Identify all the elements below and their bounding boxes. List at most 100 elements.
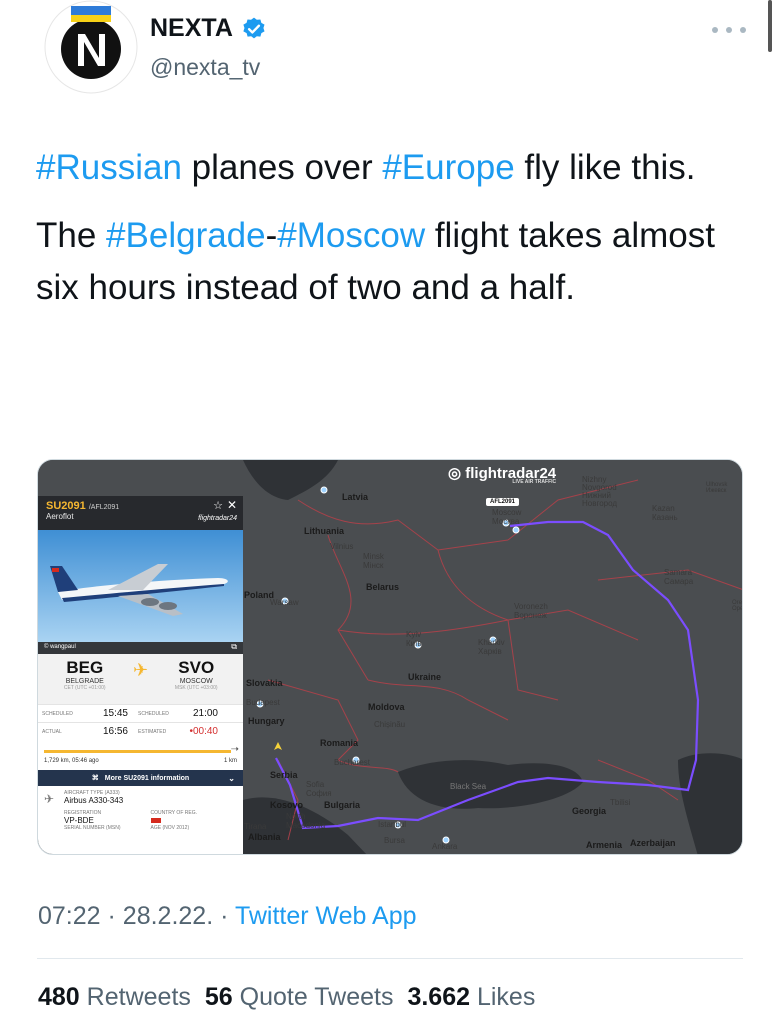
tweet-time[interactable]: 07:22 xyxy=(38,902,101,930)
distance-flown: 1,729 km, 05:46 ago xyxy=(44,758,99,764)
map-label: Kharkiv Харків xyxy=(478,638,505,656)
tweet-text-segment: fly like this. xyxy=(514,148,696,187)
tweet-text-segment: The xyxy=(36,216,107,255)
tweet-paragraph-1: #Russian planes over #Europe fly like th… xyxy=(36,142,736,194)
radar-icon: ◎ xyxy=(448,465,462,482)
flight-callsign-tag: AFL2091 xyxy=(486,498,520,506)
retweets-count: 480 xyxy=(38,983,80,1011)
map-label: Nizhny Novgorod Нижний Новгород xyxy=(582,475,618,508)
map-label: Bursa xyxy=(384,836,405,845)
map-label: Samara Самара xyxy=(664,568,694,586)
quotes-label: Quote Tweets xyxy=(239,983,394,1011)
separator: · xyxy=(220,902,229,930)
avatar[interactable] xyxy=(44,0,138,94)
map-label: Budapest xyxy=(246,698,280,707)
plane-icon: ✈ xyxy=(132,660,149,680)
external-link-icon[interactable]: ⧉ xyxy=(231,642,237,652)
dot xyxy=(712,27,718,33)
map-label: Azerbaijan xyxy=(630,838,676,848)
tweet-text-segment: - xyxy=(265,216,278,255)
quote-tweets-link[interactable]: 56 Quote Tweets xyxy=(205,983,394,1012)
flag-icon xyxy=(150,816,161,823)
map-label: Tbilisi xyxy=(610,798,631,807)
dot xyxy=(726,27,732,33)
retweets-link[interactable]: 480 Retweets xyxy=(38,983,191,1012)
account-name[interactable]: NEXTA xyxy=(150,14,233,43)
map-label: Bulgaria xyxy=(324,800,361,810)
map-label: Romania xyxy=(320,738,359,748)
flight-progress: ➝ 1,729 km, 05:46 ago 1 km xyxy=(38,740,243,770)
hashtag-link[interactable]: #Europe xyxy=(382,148,514,187)
more-info-button[interactable]: ⌘ More SU2091 information ⌄ xyxy=(38,770,243,786)
schedule-row: ACTUAL 16:56 ESTIMATED •00:40 xyxy=(38,722,243,740)
likes-link[interactable]: 3.662 Likes xyxy=(407,983,535,1012)
engagement-stats: 480 Retweets 56 Quote Tweets 3.662 Likes xyxy=(38,983,535,1012)
scrollbar-thumb[interactable] xyxy=(768,0,772,52)
tweet-text-segment: planes over xyxy=(181,148,383,187)
map-label: Hungary xyxy=(248,716,285,726)
binoculars-icon: ⌘ xyxy=(91,775,99,782)
map-label: Kosovo xyxy=(270,800,304,810)
map-label: Moscow Москва xyxy=(492,508,522,526)
star-icon[interactable]: ☆ xyxy=(213,499,223,512)
arrow-right-icon: ➝ xyxy=(230,744,239,755)
map-label: Tirana xyxy=(244,822,267,831)
map-label: Slovakia xyxy=(246,678,283,688)
close-icon[interactable]: ✕ xyxy=(227,498,237,512)
distance-remaining: 1 km xyxy=(223,758,237,764)
tweet-text: #Russian planes over #Europe fly like th… xyxy=(36,142,736,330)
map-label: Vilnius xyxy=(330,542,354,551)
aircraft-details: ✈ AIRCRAFT TYPE (A333) Airbus A330-343 R… xyxy=(38,786,243,835)
map-label: Bucharest xyxy=(334,758,371,767)
nexta-logo-icon xyxy=(44,0,138,94)
map-label: Warsaw xyxy=(270,598,299,607)
map-label: Ankara xyxy=(432,842,458,851)
map-label: Voronezh Воронеж xyxy=(514,602,548,620)
hashtag-link[interactable]: #Belgrade xyxy=(106,216,266,255)
quotes-count: 56 xyxy=(204,983,233,1011)
map-label: Ore Оре xyxy=(732,600,743,612)
tweet-timestamp: 07:22 · 28.2.22. · Twitter Web App xyxy=(38,902,417,931)
map-label: Georgia xyxy=(572,806,607,816)
photo-credit-bar: © wangpaul ⧉ xyxy=(38,642,243,654)
source-app-link[interactable]: Twitter Web App xyxy=(235,902,417,930)
panel-brand: flightradar24 xyxy=(198,515,237,522)
tweet-date[interactable]: 28.2.22. xyxy=(123,902,213,930)
map-label: Lithuania xyxy=(304,526,344,536)
dot xyxy=(740,27,746,33)
map-label: Belarus xyxy=(366,582,400,592)
tweet-media-image[interactable]: Latvia Lithuania Vilnius Minsk Мінск Bel… xyxy=(37,459,743,855)
hashtag-link[interactable]: #Russian xyxy=(36,148,182,187)
more-dots-icon[interactable] xyxy=(712,20,746,40)
account-handle[interactable]: @nexta_tv xyxy=(150,54,260,81)
panel-header: SU2091 /AFL2091 Aeroflot ☆ ✕ flightradar… xyxy=(38,496,243,530)
map-label: Ulhovsk Ижевск xyxy=(706,482,728,494)
progress-bar xyxy=(44,750,231,753)
map-label: Kyiv Київ xyxy=(406,630,422,648)
map-label: Moldova xyxy=(368,702,405,712)
registration-block: REGISTRATION VP-BDE SERIAL NUMBER (MSN) … xyxy=(64,810,197,831)
verified-badge-icon xyxy=(243,17,265,38)
map-label: Sofia София xyxy=(306,780,332,798)
hashtag-link[interactable]: #Moscow xyxy=(277,216,425,255)
chevron-down-icon: ⌄ xyxy=(228,773,235,783)
map-label: North Macedonia xyxy=(286,812,326,830)
map-label: Latvia xyxy=(342,492,369,502)
divider xyxy=(37,958,743,959)
photo-credit: © wangpaul xyxy=(44,644,76,650)
likes-count: 3.662 xyxy=(407,983,471,1011)
flightradar24-logo: ◎ flightradar24 LIVE AIR TRAFFIC xyxy=(448,464,556,485)
map-label: Ukraine xyxy=(408,672,442,682)
schedule-row: SCHEDULED 15:45 SCHEDULED 21:00 xyxy=(38,704,243,722)
map-label: Armenia xyxy=(586,840,623,850)
map-label: Chișinău xyxy=(374,720,406,729)
aircraft-type-block: ✈ AIRCRAFT TYPE (A333) Airbus A330-343 xyxy=(44,790,124,806)
schedule-table: SCHEDULED 15:45 SCHEDULED 21:00 ACTUAL 1… xyxy=(38,704,243,740)
destination-airport: SVO MOSCOW MSK (UTC +03:00) xyxy=(174,658,218,691)
aircraft-photo xyxy=(38,530,243,642)
map-label: Minsk Мінск xyxy=(363,552,384,570)
likes-label: Likes xyxy=(476,983,536,1011)
tweet-paragraph-2: The #Belgrade-#Moscow flight takes almos… xyxy=(36,210,736,314)
account-name-row[interactable]: NEXTA xyxy=(150,14,267,43)
origin-airport: BEG BELGRADE CET (UTC +01:00) xyxy=(63,658,106,691)
